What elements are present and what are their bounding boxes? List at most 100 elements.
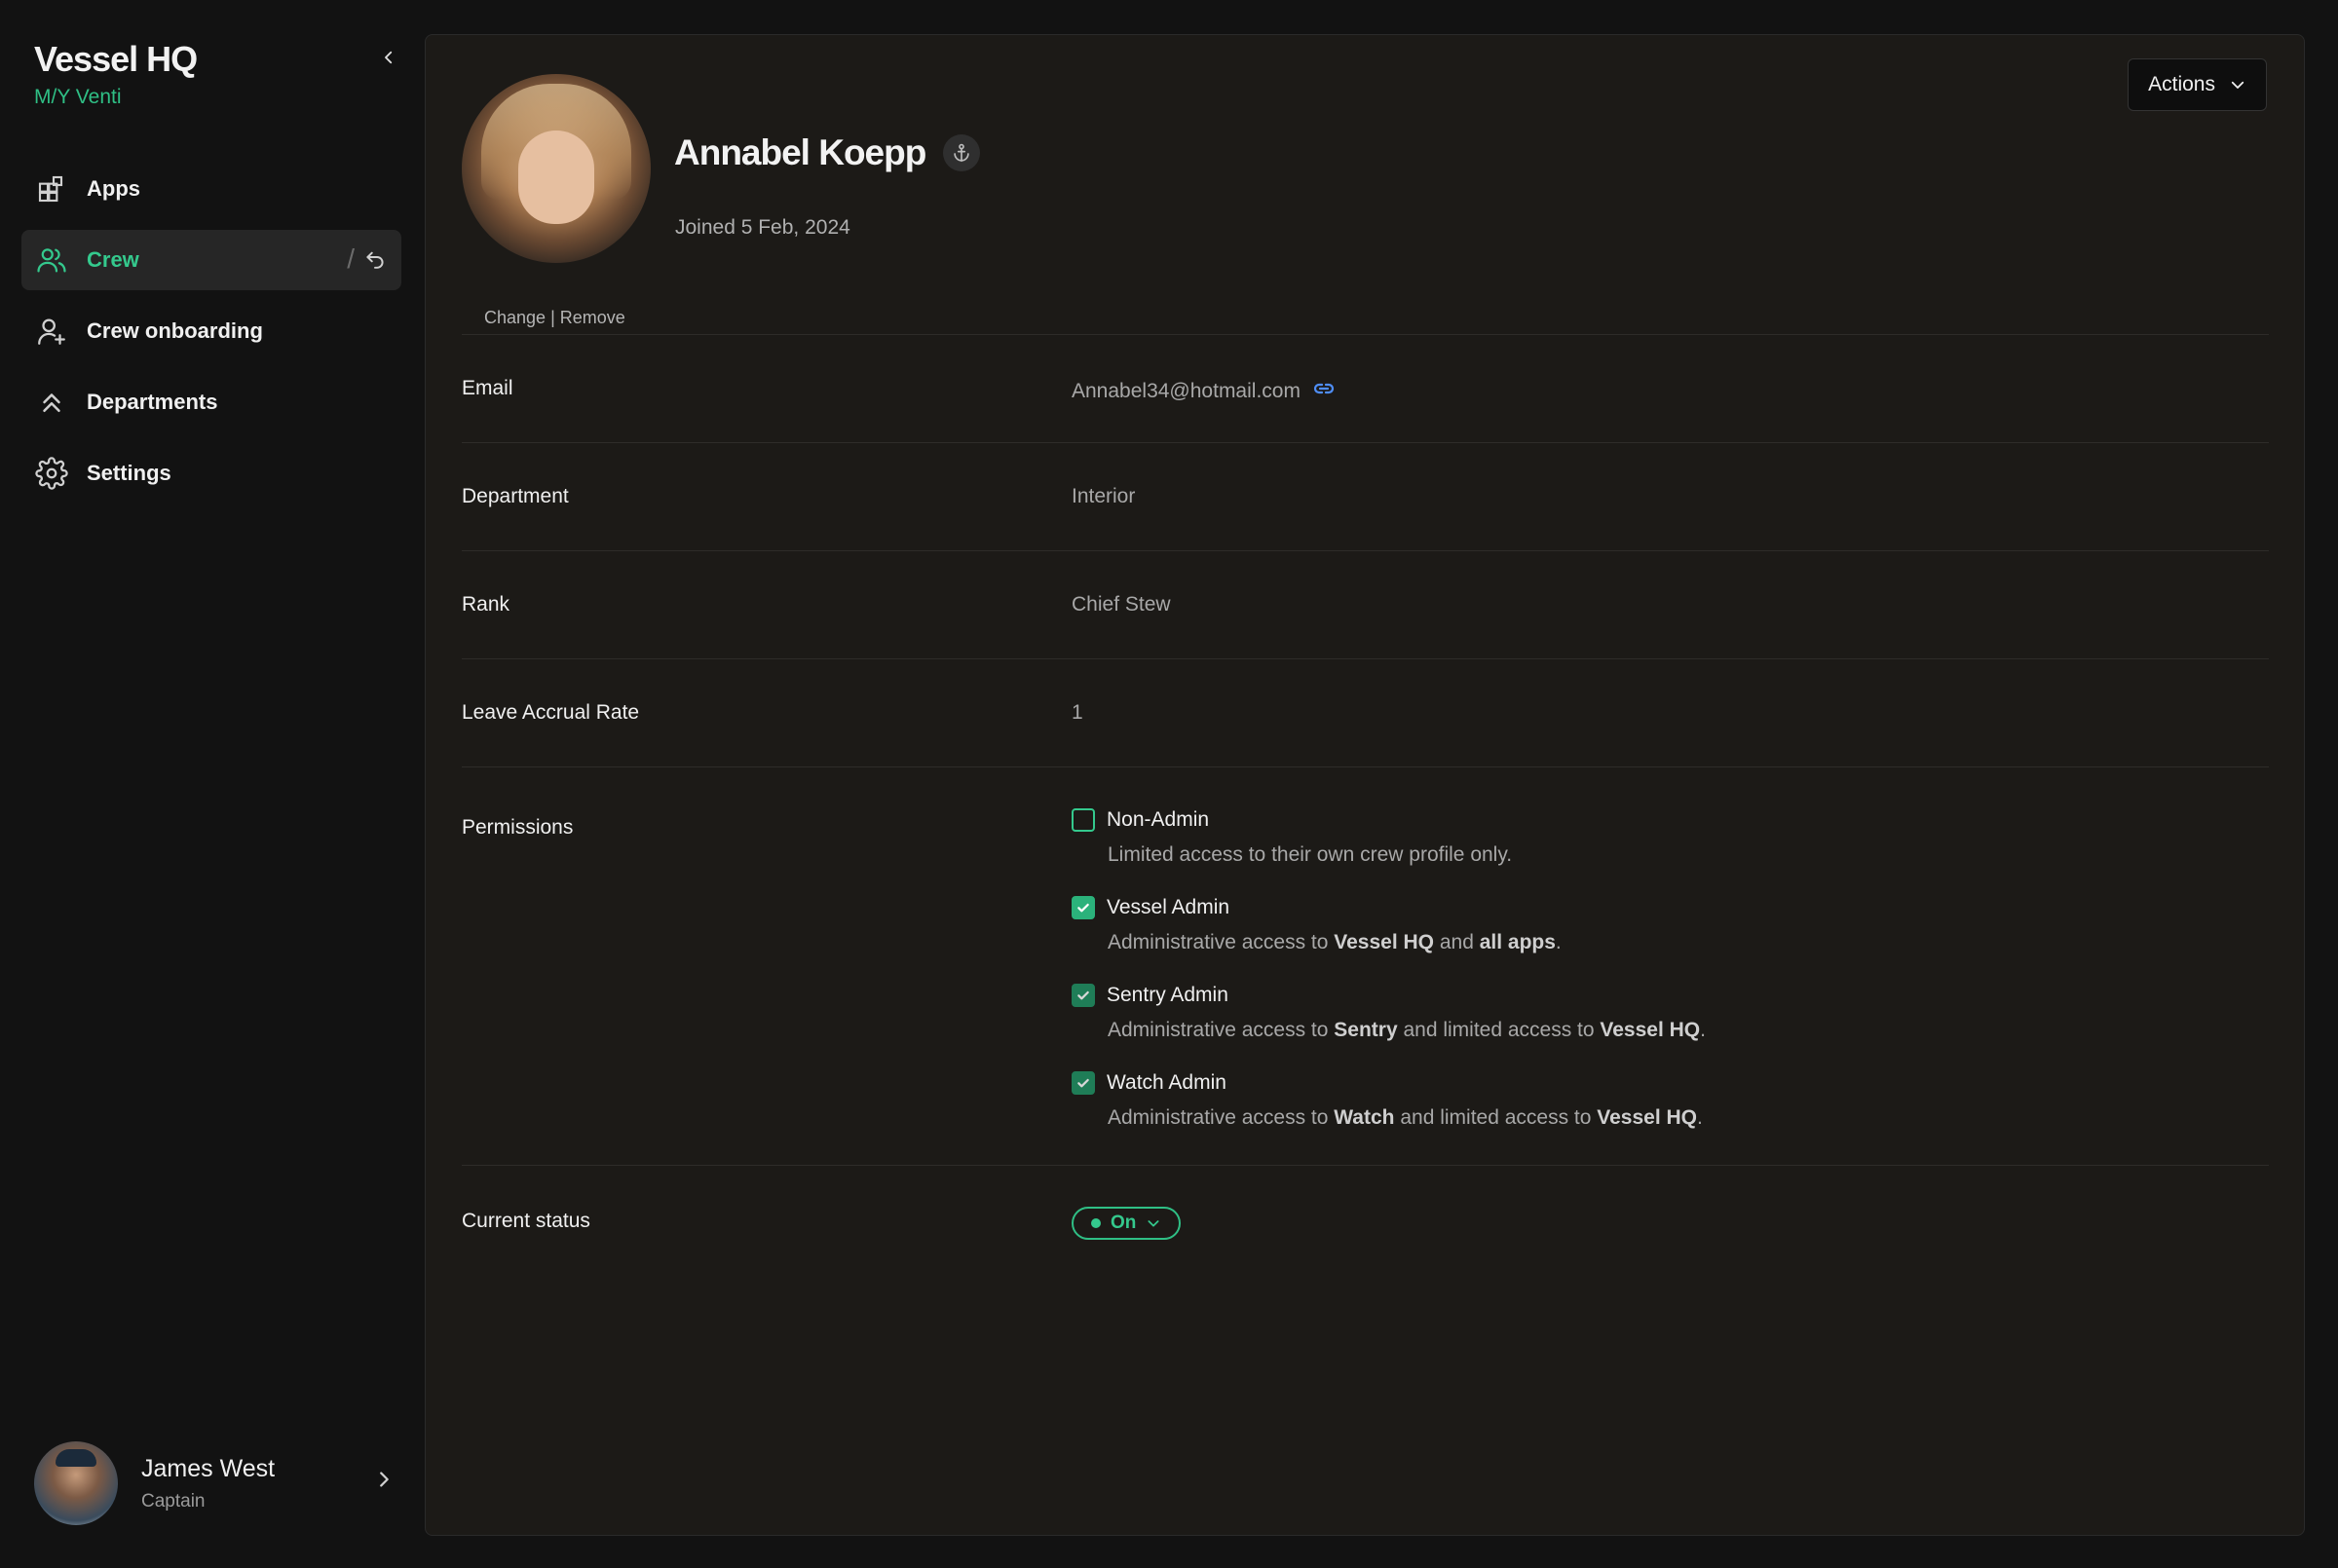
separator: /	[347, 243, 355, 274]
field-value: Annabel34@hotmail.com	[1072, 377, 1336, 406]
undo-icon[interactable]	[362, 244, 388, 275]
crew-name: Annabel Koepp	[674, 132, 926, 172]
permission-title: Vessel Admin	[1107, 896, 1230, 918]
user-name: James West	[141, 1454, 276, 1482]
user-role: Captain	[141, 1490, 206, 1512]
user-info: James West Captain	[141, 1455, 275, 1512]
photo-actions-divider: |	[550, 308, 555, 327]
permission-description: Administrative access to Sentry and limi…	[1108, 1019, 1706, 1042]
actions-label: Actions	[2148, 73, 2215, 95]
field-value: Chief Stew	[1072, 593, 1171, 616]
permission-title: Sentry Admin	[1107, 984, 1228, 1006]
field-label: Leave Accrual Rate	[462, 701, 640, 724]
permission-header: Watch Admin	[1072, 1071, 1706, 1095]
field-row-department: Department Interior	[462, 442, 2269, 550]
current-user-card[interactable]: James West Captain	[34, 1441, 395, 1525]
remove-photo-link[interactable]: Remove	[560, 308, 625, 327]
permission-item: Watch Admin Administrative access to Wat…	[1072, 1071, 1706, 1130]
desc-text: Administrative access to	[1108, 1106, 1335, 1129]
actions-dropdown-button[interactable]: Actions	[2128, 58, 2267, 111]
permission-checkbox-watch-admin[interactable]	[1072, 1071, 1095, 1095]
permission-title: Non-Admin	[1107, 808, 1210, 831]
apps-icon	[34, 171, 69, 206]
field-value: Interior	[1072, 485, 1136, 507]
field-label: Email	[462, 377, 513, 399]
app-title: Vessel HQ	[34, 39, 198, 79]
permission-description: Administrative access to Vessel HQ and a…	[1108, 931, 1706, 954]
field-row-rank: Rank Chief Stew	[462, 550, 2269, 658]
sidebar-item-settings[interactable]: Settings	[21, 443, 401, 504]
desc-text: Limited access to their own crew profile…	[1108, 843, 1513, 866]
desc-bold: Sentry	[1334, 1019, 1398, 1041]
sidebar: Vessel HQ M/Y Venti Apps Crew / Crew onb…	[0, 0, 413, 1568]
permission-header: Non-Admin	[1072, 808, 1706, 832]
permission-item: Vessel Admin Administrative access to Ve…	[1072, 896, 1706, 954]
profile-fields: Email Annabel34@hotmail.com Department I…	[462, 334, 2269, 1282]
chevron-right-icon	[373, 1469, 395, 1495]
avatar	[34, 1441, 118, 1525]
sidebar-item-apps[interactable]: Apps	[21, 159, 401, 219]
permission-checkbox-non-admin[interactable]	[1072, 808, 1095, 832]
link-icon[interactable]	[1312, 377, 1336, 406]
chevron-down-icon	[1148, 1220, 1159, 1227]
email-value: Annabel34@hotmail.com	[1072, 380, 1301, 402]
desc-bold: Watch	[1334, 1106, 1395, 1129]
profile-photo	[462, 74, 651, 263]
anchor-icon	[943, 134, 981, 171]
sidebar-item-label: Departments	[87, 390, 218, 414]
desc-bold: Vessel HQ	[1597, 1106, 1697, 1129]
user-plus-icon	[34, 314, 69, 349]
photo-actions: Change | Remove	[484, 308, 625, 328]
field-label: Rank	[462, 593, 510, 616]
desc-text: .	[1697, 1106, 1703, 1129]
sidebar-nav: Apps Crew / Crew onboarding Departments …	[21, 159, 401, 514]
permission-item: Non-Admin Limited access to their own cr…	[1072, 808, 1706, 867]
sidebar-item-crew-onboarding[interactable]: Crew onboarding	[21, 301, 401, 361]
permission-checkbox-sentry-admin[interactable]	[1072, 984, 1095, 1007]
desc-text: .	[1555, 931, 1562, 953]
status-value: On	[1111, 1213, 1137, 1233]
permission-checkbox-vessel-admin[interactable]	[1072, 896, 1095, 919]
vessel-name: M/Y Venti	[34, 86, 122, 108]
sidebar-item-crew[interactable]: Crew /	[21, 230, 401, 290]
permission-title: Watch Admin	[1107, 1071, 1226, 1094]
field-label: Current status	[462, 1210, 590, 1232]
crew-profile-panel: Actions Change | Remove Annabel Koepp Jo…	[425, 34, 2305, 1536]
field-row-leave-accrual: Leave Accrual Rate 1	[462, 658, 2269, 766]
field-label: Department	[462, 485, 569, 507]
permission-header: Vessel Admin	[1072, 896, 1706, 919]
desc-bold: Vessel HQ	[1600, 1019, 1701, 1041]
sidebar-item-label: Settings	[87, 461, 171, 485]
desc-text: Administrative access to	[1108, 931, 1335, 953]
desc-text: and limited access to	[1394, 1106, 1598, 1129]
chevron-left-icon	[385, 51, 393, 64]
sidebar-item-label: Crew onboarding	[87, 318, 263, 343]
desc-text: Administrative access to	[1108, 1019, 1335, 1041]
check-icon	[1077, 1078, 1089, 1088]
joined-date: Joined 5 Feb, 2024	[675, 216, 850, 239]
collapse-sidebar-button[interactable]	[374, 43, 403, 72]
desc-bold: Vessel HQ	[1334, 931, 1434, 953]
desc-text: and	[1434, 931, 1480, 953]
field-row-current-status: Current status On	[462, 1165, 2269, 1282]
profile-header: Annabel Koepp	[674, 132, 981, 173]
chevron-down-icon	[2231, 81, 2244, 89]
brand: Vessel HQ M/Y Venti	[34, 39, 198, 109]
change-photo-link[interactable]: Change	[484, 308, 546, 327]
gear-icon	[34, 456, 69, 491]
permission-item: Sentry Admin Administrative access to Se…	[1072, 984, 1706, 1042]
status-dot	[1091, 1218, 1101, 1228]
field-row-email: Email Annabel34@hotmail.com	[462, 334, 2269, 442]
field-label: Permissions	[462, 816, 574, 839]
permission-description: Administrative access to Watch and limit…	[1108, 1106, 1706, 1130]
desc-text: .	[1700, 1019, 1706, 1041]
status-dropdown[interactable]: On	[1072, 1207, 1182, 1240]
check-icon	[1077, 990, 1089, 1000]
permission-description: Limited access to their own crew profile…	[1108, 843, 1706, 867]
desc-bold: all apps	[1479, 931, 1556, 953]
field-row-permissions: Permissions Non-Admin Limited access to …	[462, 766, 2269, 1165]
permissions-list: Non-Admin Limited access to their own cr…	[1072, 808, 1706, 1159]
sidebar-item-departments[interactable]: Departments	[21, 372, 401, 432]
permission-header: Sentry Admin	[1072, 984, 1706, 1007]
sidebar-item-label: Crew	[87, 247, 139, 272]
